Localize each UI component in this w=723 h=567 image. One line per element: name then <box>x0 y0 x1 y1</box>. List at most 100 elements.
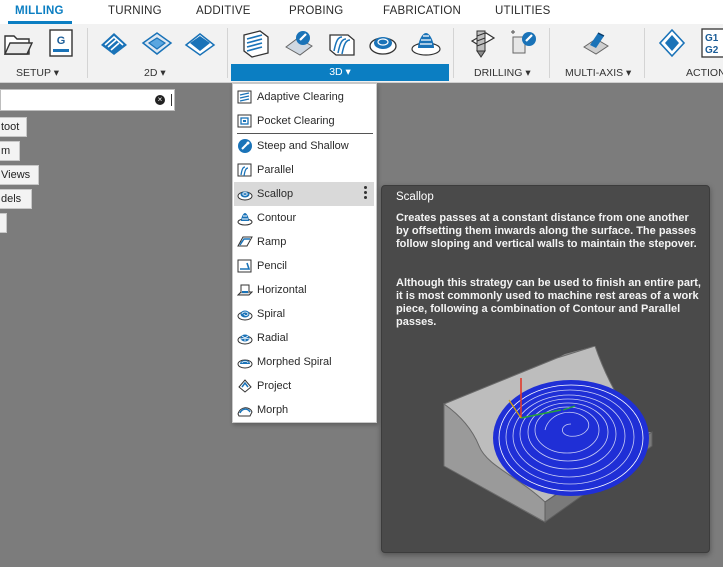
3d-contour-icon <box>411 33 441 56</box>
manual-nc-button[interactable]: G1 G2 <box>700 27 723 59</box>
menu-item-label: Scallop <box>257 188 294 200</box>
menu-item-morph[interactable]: Morph <box>234 398 374 422</box>
3d-adaptive-button[interactable] <box>240 27 272 59</box>
menu-item-label: Pencil <box>257 260 287 272</box>
menu-item-label: Steep and Shallow <box>257 140 349 152</box>
action-group-label[interactable]: ACTION <box>686 67 723 79</box>
2d-pocket-button[interactable] <box>141 27 173 59</box>
setup-group-label[interactable]: SETUP ▾ <box>16 67 59 79</box>
menu-item-contour[interactable]: Contour <box>234 206 374 230</box>
tooltip-description: Creates passes at a constant distance fr… <box>396 212 697 250</box>
menu-item-pocket-clearing[interactable]: Pocket Clearing <box>234 109 374 133</box>
menu-item-label: Morphed Spiral <box>257 356 332 368</box>
3d-scallop-button[interactable] <box>367 27 399 59</box>
parallel-icon <box>237 162 253 178</box>
2d-adaptive-icon <box>101 33 127 55</box>
3d-parallel-icon <box>329 34 355 56</box>
browser-item[interactable]: m <box>0 141 20 161</box>
menu-item-label: Pocket Clearing <box>257 115 335 127</box>
3d-group-header[interactable]: 3D ▾ <box>231 64 449 81</box>
3d-parallel-button[interactable] <box>326 27 358 59</box>
menu-item-project[interactable]: Project <box>234 374 374 398</box>
menu-item-radial[interactable]: Radial <box>234 326 374 350</box>
horizontal-icon <box>237 282 253 298</box>
drill-button[interactable] <box>466 27 498 59</box>
morph-icon <box>237 402 253 418</box>
menu-item-label: Project <box>257 380 292 392</box>
menu-item-spiral[interactable]: Spiral <box>234 302 374 326</box>
multi-axis-icon <box>583 32 609 55</box>
browser-item[interactable]: Views <box>0 165 39 185</box>
hole-recognition-button[interactable] <box>508 27 540 59</box>
scallop-toolpath-illustration <box>437 345 667 536</box>
more-options-icon[interactable] <box>364 186 368 200</box>
3d-pocket-button[interactable] <box>283 27 315 59</box>
tab-utilities[interactable]: UTILITIES <box>495 5 550 17</box>
3d-contour-button[interactable] <box>410 27 442 59</box>
adaptive-clearing-icon <box>237 89 253 105</box>
nc-document-icon: G <box>49 29 73 57</box>
multi-axis-group-label[interactable]: MULTI-AXIS ▾ <box>565 67 631 79</box>
menu-item-label: Radial <box>257 332 289 344</box>
steep-and-shallow-icon <box>237 138 253 154</box>
hole-recognition-icon <box>511 30 536 54</box>
3d-scallop-icon <box>369 37 397 55</box>
menu-item-parallel[interactable]: Parallel <box>234 158 374 182</box>
menu-item-label: Parallel <box>257 164 294 176</box>
3d-group-label[interactable]: 3D ▾ <box>231 64 449 81</box>
menu-item-adaptive-clearing[interactable]: Adaptive Clearing <box>234 85 374 109</box>
menu-item-label: Spiral <box>257 308 286 320</box>
ribbon-divider <box>453 28 454 78</box>
tab-probing[interactable]: PROBING <box>289 5 343 17</box>
text-cursor <box>171 94 172 106</box>
morphed-spiral-icon <box>237 354 253 370</box>
g-code-icon: G1 G2 <box>701 28 723 58</box>
menu-item-label: Ramp <box>257 236 287 248</box>
2d-pocket-icon <box>141 32 173 55</box>
tooltip-usage-note: Although this strategy can be used to fi… <box>396 277 701 328</box>
menu-item-horizontal[interactable]: Horizontal <box>234 278 374 302</box>
browser-search-input[interactable]: × <box>0 89 175 111</box>
clear-search-icon[interactable]: × <box>155 95 165 105</box>
menu-item-pencil[interactable]: Pencil <box>234 254 374 278</box>
nc-letter: G <box>57 35 66 47</box>
2d-group-label[interactable]: 2D ▾ <box>144 67 166 79</box>
workspace-tab-bar: MILLING TURNING ADDITIVE PROBING FABRICA… <box>0 0 723 24</box>
3d-strategy-menu: Adaptive Clearing Pocket Clearing Steep … <box>232 83 377 423</box>
scallop-icon <box>237 186 253 202</box>
nc-program-button[interactable]: G <box>45 27 77 59</box>
tab-turning[interactable]: TURNING <box>108 5 162 17</box>
tab-milling[interactable]: MILLING <box>15 5 64 17</box>
g-code-line-2: G2 <box>705 45 719 56</box>
browser-item[interactable]: dels <box>0 189 32 209</box>
multi-axis-button[interactable] <box>580 27 612 59</box>
menu-item-ramp[interactable]: Ramp <box>234 230 374 254</box>
tooltip-title: Scallop <box>396 191 434 203</box>
pocket-clearing-icon <box>237 113 253 129</box>
toolbar-ribbon: G SETUP ▾ 2D ▾ 3D ▾ DRILLING ▾ MULTI-AXI… <box>0 24 723 83</box>
2d-face-icon <box>184 33 216 56</box>
scallop-tooltip: Scallop Creates passes at a constant dis… <box>381 185 710 553</box>
tab-additive[interactable]: ADDITIVE <box>196 5 251 17</box>
spiral-icon <box>237 306 253 322</box>
browser-item[interactable] <box>0 213 7 233</box>
menu-item-label: Morph <box>257 404 289 416</box>
menu-item-label: Adaptive Clearing <box>257 91 344 103</box>
contour-icon <box>237 210 253 226</box>
2d-face-button[interactable] <box>184 27 216 59</box>
drilling-group-label[interactable]: DRILLING ▾ <box>474 67 531 79</box>
drill-icon <box>470 30 496 58</box>
open-folder-icon <box>3 35 34 55</box>
action-button[interactable] <box>656 27 688 59</box>
menu-item-steep-and-shallow[interactable]: Steep and Shallow <box>234 134 374 158</box>
menu-item-scallop[interactable]: Scallop <box>234 182 374 206</box>
menu-item-morphed-spiral[interactable]: Morphed Spiral <box>234 350 374 374</box>
ribbon-divider <box>644 28 645 78</box>
ribbon-divider <box>87 28 88 78</box>
2d-adaptive-button[interactable] <box>98 27 130 59</box>
tab-fabrication[interactable]: FABRICATION <box>383 5 461 17</box>
menu-item-label: Contour <box>257 212 297 224</box>
browser-item[interactable]: toot <box>0 117 27 137</box>
new-setup-button[interactable] <box>2 27 34 59</box>
radial-icon <box>237 330 253 346</box>
